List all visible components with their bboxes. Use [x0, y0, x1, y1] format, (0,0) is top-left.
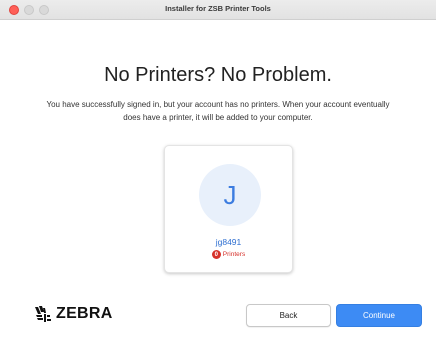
avatar: J [199, 164, 261, 226]
account-username: jg8491 [215, 237, 242, 247]
avatar-initial: J [223, 179, 237, 210]
printer-count-badge: 0 [211, 250, 221, 259]
page-subtitle: You have successfully signed in, but you… [46, 100, 390, 122]
back-button[interactable]: Back [246, 304, 331, 327]
zebra-logo: ZEBRA [33, 303, 113, 325]
title-bar: Installer for ZSB Printer Tools [0, 0, 436, 20]
printers-label: Printers [222, 251, 246, 258]
zebra-head-icon [35, 306, 51, 322]
account-card: J jg8491 0 Printers [164, 145, 293, 273]
logo-text: ZEBRA [56, 305, 113, 322]
printer-count: 0 Printers [165, 250, 292, 259]
continue-button[interactable]: Continue [336, 304, 422, 327]
page-heading: No Printers? No Problem. [104, 64, 332, 86]
window-title: Installer for ZSB Printer Tools [165, 4, 271, 13]
